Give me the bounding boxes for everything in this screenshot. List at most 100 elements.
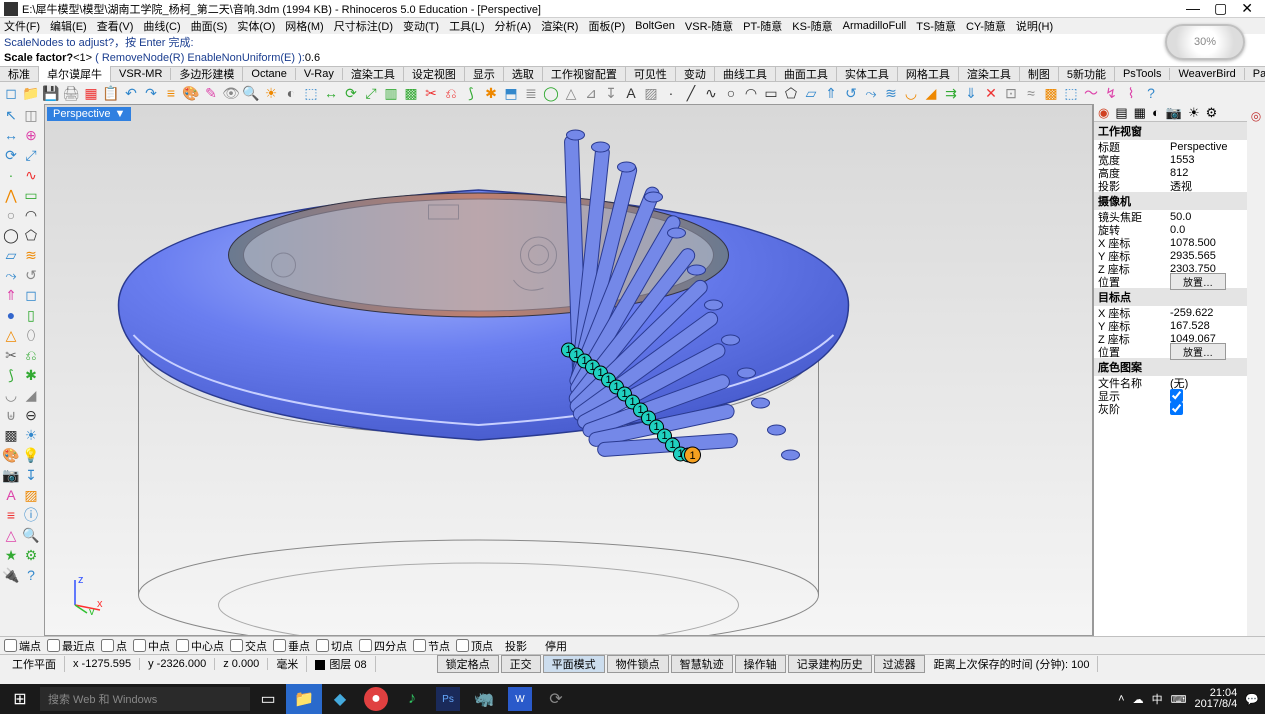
measure-icon[interactable]: ⊿ (582, 84, 600, 102)
curve-icon[interactable]: ∿ (22, 166, 40, 184)
contour-icon[interactable]: ≈ (1022, 84, 1040, 102)
taskbar-app-word-icon[interactable]: W (508, 687, 532, 711)
project-icon[interactable]: ⇓ (962, 84, 980, 102)
toolbar-tab[interactable]: 制图 (1020, 66, 1059, 82)
tray-up-icon[interactable]: ˄ (1118, 693, 1124, 705)
menu-item[interactable]: 分析(A) (495, 18, 532, 34)
menu-item[interactable]: 曲线(C) (143, 18, 180, 34)
toolbar-tab[interactable]: PsTools (1115, 68, 1171, 80)
start-button[interactable]: ⊞ (0, 684, 40, 714)
render-icon[interactable]: ☀ (262, 84, 280, 102)
toolbar-tab[interactable]: 多边形建模 (171, 66, 243, 82)
twist-icon[interactable]: ↯ (1102, 84, 1120, 102)
scale-icon[interactable]: ⤢ (22, 146, 40, 164)
osnap-checkbox[interactable] (176, 639, 189, 652)
toolbar-tab[interactable]: V-Ray (296, 68, 343, 80)
join-icon[interactable]: ⟆ (2, 366, 20, 384)
status-toggle[interactable]: 记录建构历史 (788, 655, 872, 673)
arc-icon[interactable]: ◠ (742, 84, 760, 102)
osnap-option[interactable]: 四分点 (359, 638, 407, 654)
status-toggle[interactable]: 过滤器 (874, 655, 925, 673)
trim-icon[interactable]: ✂ (2, 346, 20, 364)
bend-icon[interactable]: ⌇ (1122, 84, 1140, 102)
osnap-option[interactable]: 中点 (133, 638, 170, 654)
rect-icon[interactable]: ▭ (22, 186, 40, 204)
copy-icon[interactable]: ⊕ (22, 126, 40, 144)
chamfer-icon[interactable]: ◢ (922, 84, 940, 102)
menu-item[interactable]: VSR-随意 (685, 18, 733, 34)
taskbar-app-ps-icon[interactable]: Ps (436, 687, 460, 711)
layer-icon[interactable]: ≡ (2, 506, 20, 524)
dim-icon[interactable]: ↧ (22, 466, 40, 484)
osnap-checkbox[interactable] (359, 639, 372, 652)
toolbar-tab[interactable]: 可见性 (626, 66, 676, 82)
status-toggle[interactable]: 智慧轨迹 (671, 655, 733, 673)
menu-item[interactable]: PT-随意 (743, 18, 782, 34)
panel-tab-gear-icon[interactable]: ⚙ (1206, 105, 1218, 121)
join-icon[interactable]: ⟆ (462, 84, 480, 102)
print-icon[interactable]: 🖨 (62, 84, 80, 102)
menu-item[interactable]: 编辑(E) (50, 18, 87, 34)
viewport[interactable]: Perspective▼ (44, 104, 1093, 636)
save-icon[interactable]: 💾 (42, 84, 60, 102)
toolbar-tab[interactable]: Octane (243, 68, 295, 80)
render-icon[interactable]: ☀ (22, 426, 40, 444)
circle-icon[interactable]: ○ (722, 84, 740, 102)
menu-item[interactable]: 变动(T) (403, 18, 439, 34)
toolbar-tab[interactable]: 标准 (0, 66, 39, 82)
zoom-icon[interactable]: 🔍 (22, 526, 40, 544)
menu-item[interactable]: TS-随意 (916, 18, 956, 34)
toolbar-tab[interactable]: 渲染工具 (959, 66, 1020, 82)
ellipse-icon[interactable]: ◯ (2, 226, 20, 244)
group-icon[interactable]: ⬒ (502, 84, 520, 102)
arc-icon[interactable]: ◠ (22, 206, 40, 224)
paint-icon[interactable]: 🎨 (182, 84, 200, 102)
fillet-icon[interactable]: ◡ (2, 386, 20, 404)
tray-keyboard-icon[interactable]: ⌨ (1171, 693, 1187, 706)
text-icon[interactable]: A (622, 84, 640, 102)
osnap-option[interactable]: 端点 (4, 638, 41, 654)
task-view-icon[interactable]: ▭ (250, 684, 286, 714)
gear-icon[interactable]: ⚙ (22, 546, 40, 564)
osnap-checkbox[interactable] (273, 639, 286, 652)
clipboard-icon[interactable]: 📋 (102, 84, 120, 102)
material-icon[interactable]: 🎨 (2, 446, 20, 464)
move-icon[interactable]: ↔ (2, 126, 20, 144)
toolbar-tab[interactable]: 显示 (465, 66, 504, 82)
tray-clock[interactable]: 21:04 2017/8/4 (1194, 688, 1237, 710)
rect-icon[interactable]: ▭ (762, 84, 780, 102)
osnap-checkbox[interactable] (4, 639, 17, 652)
osnap-button[interactable]: 停用 (539, 638, 573, 654)
plugin-icon[interactable]: 🔌 (2, 566, 20, 584)
array-icon[interactable]: ▩ (402, 84, 420, 102)
polygon-icon[interactable]: ⬠ (782, 84, 800, 102)
taskbar-app-1-icon[interactable]: ◆ (322, 684, 358, 714)
command-input-line[interactable]: Scale factor? <1> ( RemoveNode(R) Enable… (0, 50, 1265, 66)
close-button[interactable]: ✕ (1241, 0, 1253, 17)
chamfer-icon[interactable]: ◢ (22, 386, 40, 404)
shade-icon[interactable]: ◐ (282, 84, 300, 102)
toolbar-tab[interactable]: 实体工具 (837, 66, 898, 82)
osnap-checkbox[interactable] (413, 639, 426, 652)
undo-icon[interactable]: ↶ (122, 84, 140, 102)
cage-icon[interactable]: ⬚ (1062, 84, 1080, 102)
polyline-icon[interactable]: ⋀ (2, 186, 20, 204)
toolbar-tab[interactable]: 设定视图 (404, 66, 465, 82)
revolve-icon[interactable]: ↺ (22, 266, 40, 284)
flow-icon[interactable]: 〜 (1082, 84, 1100, 102)
extrude-icon[interactable]: ⇑ (822, 84, 840, 102)
mesh-icon[interactable]: ▩ (2, 426, 20, 444)
osnap-option[interactable]: 节点 (413, 638, 450, 654)
menu-item[interactable]: BoltGen (635, 20, 675, 32)
help-icon[interactable]: ? (1142, 84, 1160, 102)
osnap-checkbox[interactable] (101, 639, 114, 652)
cone-icon[interactable]: △ (2, 326, 20, 344)
taskbar-app-explorer-icon[interactable]: 📁 (286, 684, 322, 714)
toolbar-tab[interactable]: VSR-MR (111, 68, 171, 80)
osnap-option[interactable]: 切点 (316, 638, 353, 654)
zoom-indicator[interactable]: 30% (1165, 24, 1245, 60)
osnap-checkbox[interactable] (47, 639, 60, 652)
panel-checkbox[interactable] (1170, 389, 1183, 402)
panel-tab-display-icon[interactable]: ▦ (1134, 105, 1146, 121)
fillet-icon[interactable]: ◡ (902, 84, 920, 102)
